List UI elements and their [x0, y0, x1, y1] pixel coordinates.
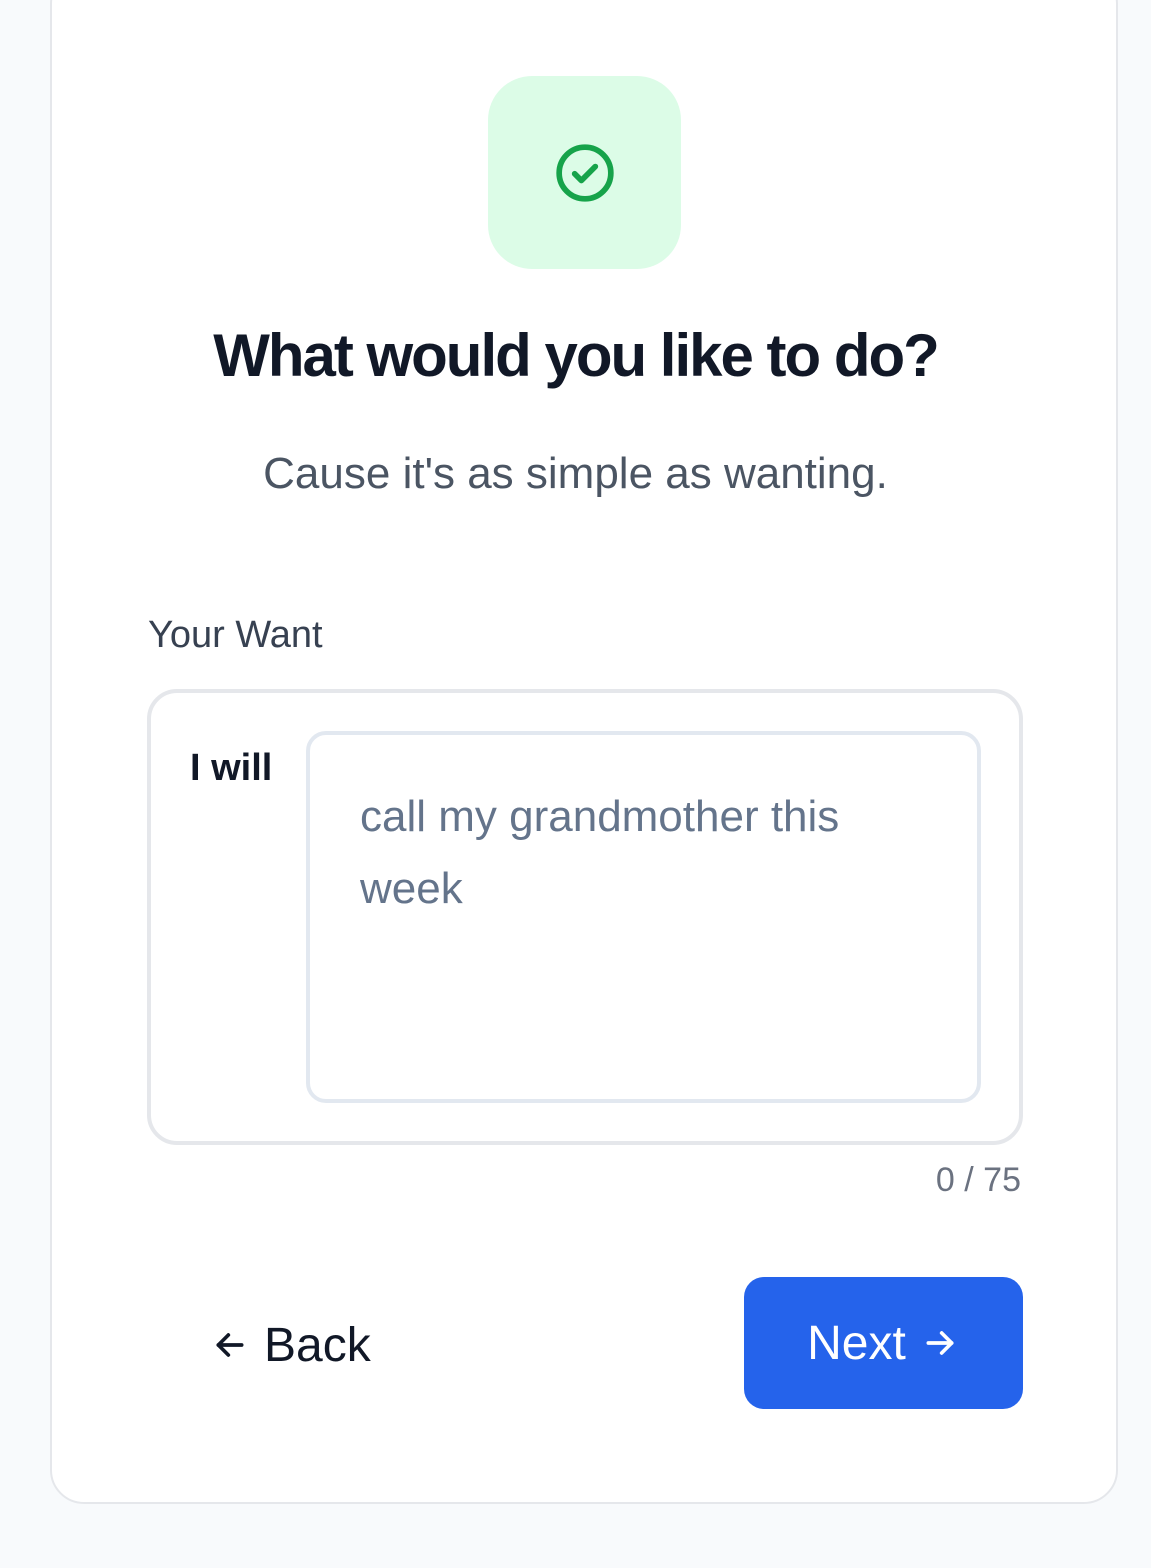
back-button-label: Back	[264, 1318, 371, 1372]
arrow-left-icon	[210, 1325, 250, 1365]
want-field-label: Your Want	[148, 614, 323, 656]
want-prefix-label: I will	[190, 747, 273, 789]
arrow-right-icon	[920, 1323, 960, 1363]
status-icon-tile	[488, 76, 681, 269]
back-button[interactable]: Back	[190, 1300, 391, 1390]
want-textarea[interactable]	[306, 731, 981, 1103]
next-button-label: Next	[807, 1316, 906, 1370]
check-circle-icon	[554, 142, 616, 204]
character-counter: 0 / 75	[935, 1161, 1021, 1199]
next-button[interactable]: Next	[744, 1277, 1023, 1409]
page-title: What would you like to do?	[213, 322, 940, 389]
page-subtitle: Cause it's as simple as wanting.	[263, 449, 888, 498]
